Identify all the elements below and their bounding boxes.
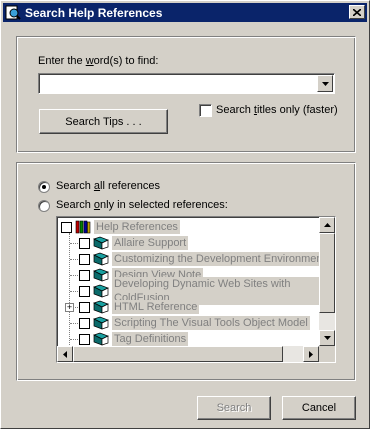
vertical-scroll-thumb[interactable] <box>319 233 335 313</box>
search-all-radio[interactable] <box>38 181 50 193</box>
tree-connector <box>69 233 70 347</box>
tree-item-checkbox[interactable] <box>79 301 90 313</box>
tree-item[interactable]: Scripting The Visual Tools Object Model <box>79 315 310 331</box>
tree-item-label: Allaire Support <box>112 236 189 250</box>
tree-item-checkbox[interactable] <box>79 237 90 249</box>
tree-horizontal-scrollbar[interactable] <box>57 346 319 362</box>
scroll-down-button[interactable] <box>319 330 335 346</box>
search-selected-label[interactable]: Search only in selected references: <box>56 199 228 211</box>
book-icon <box>93 284 109 298</box>
search-all-label[interactable]: Search all references <box>56 180 160 192</box>
search-selected-radio[interactable] <box>38 200 50 212</box>
search-tips-button[interactable]: Search Tips . . . <box>39 109 168 134</box>
tree-item-checkbox[interactable] <box>79 253 90 265</box>
tree-connector <box>70 275 78 276</box>
arrow-down-icon <box>323 336 331 340</box>
search-button[interactable]: Search <box>197 396 271 420</box>
tree-item-label: Customizing the Development Environment <box>112 252 328 266</box>
books-icon <box>75 220 91 234</box>
help-search-icon <box>5 5 21 21</box>
scrollbar-corner <box>319 346 335 362</box>
close-button[interactable] <box>349 5 365 19</box>
tree-item[interactable]: Developing Dynamic Web Sites with ColdFu… <box>79 277 335 305</box>
tree-item-label: Tag Definitions <box>112 332 189 346</box>
scroll-left-button[interactable] <box>57 346 73 362</box>
tree-item[interactable]: Customizing the Development Environment <box>79 251 328 267</box>
search-words-combobox[interactable] <box>38 73 335 94</box>
tree-root[interactable]: Help References <box>61 219 180 235</box>
title-bar[interactable]: Search Help References <box>3 3 367 22</box>
tree-connector <box>70 291 78 292</box>
titles-only-label[interactable]: Search titles only (faster) <box>216 104 338 116</box>
chevron-down-icon <box>321 81 329 86</box>
book-icon <box>93 252 109 266</box>
expand-toggle[interactable]: + <box>65 303 74 312</box>
close-icon <box>353 8 361 16</box>
scroll-up-button[interactable] <box>319 217 335 233</box>
tree-connector <box>70 323 78 324</box>
tree-connector <box>70 339 78 340</box>
book-icon <box>93 300 109 314</box>
cancel-button[interactable]: Cancel <box>282 396 356 420</box>
tree-item[interactable]: Allaire Support <box>79 235 189 251</box>
tree-item[interactable]: Tag Definitions <box>79 331 189 347</box>
arrow-left-icon <box>63 350 67 358</box>
arrow-up-icon <box>323 223 331 227</box>
tree-connector <box>70 243 78 244</box>
book-icon <box>93 268 109 282</box>
tree-item-label: Scripting The Visual Tools Object Model <box>112 316 310 330</box>
book-icon <box>93 316 109 330</box>
tree-item-checkbox[interactable] <box>79 269 90 281</box>
arrow-right-icon <box>309 350 313 358</box>
book-icon <box>93 236 109 250</box>
find-words-group <box>16 36 356 153</box>
tree-connector <box>75 307 78 308</box>
tree-connector <box>70 259 78 260</box>
tree-item-label: HTML Reference <box>112 300 200 314</box>
tree-root-checkbox[interactable] <box>61 221 72 233</box>
horizontal-scroll-thumb[interactable] <box>73 346 283 362</box>
tree-vertical-scrollbar[interactable] <box>319 217 335 346</box>
tree-item-checkbox[interactable] <box>79 317 90 329</box>
tree-item-checkbox[interactable] <box>79 285 90 297</box>
references-tree[interactable]: Help References Allaire Support Customiz… <box>56 216 336 363</box>
window-title: Search Help References <box>25 5 163 20</box>
search-dialog: Search Help References Enter the word(s)… <box>0 0 370 429</box>
tree-item-checkbox[interactable] <box>79 333 90 345</box>
scroll-right-button[interactable] <box>303 346 319 362</box>
titles-only-checkbox[interactable] <box>199 104 212 117</box>
find-words-label: Enter the word(s) to find: <box>38 55 159 67</box>
tree-root-label: Help References <box>94 220 180 234</box>
book-icon <box>93 332 109 346</box>
tree-item[interactable]: HTML Reference <box>79 299 200 315</box>
combobox-dropdown-button[interactable] <box>317 75 333 92</box>
